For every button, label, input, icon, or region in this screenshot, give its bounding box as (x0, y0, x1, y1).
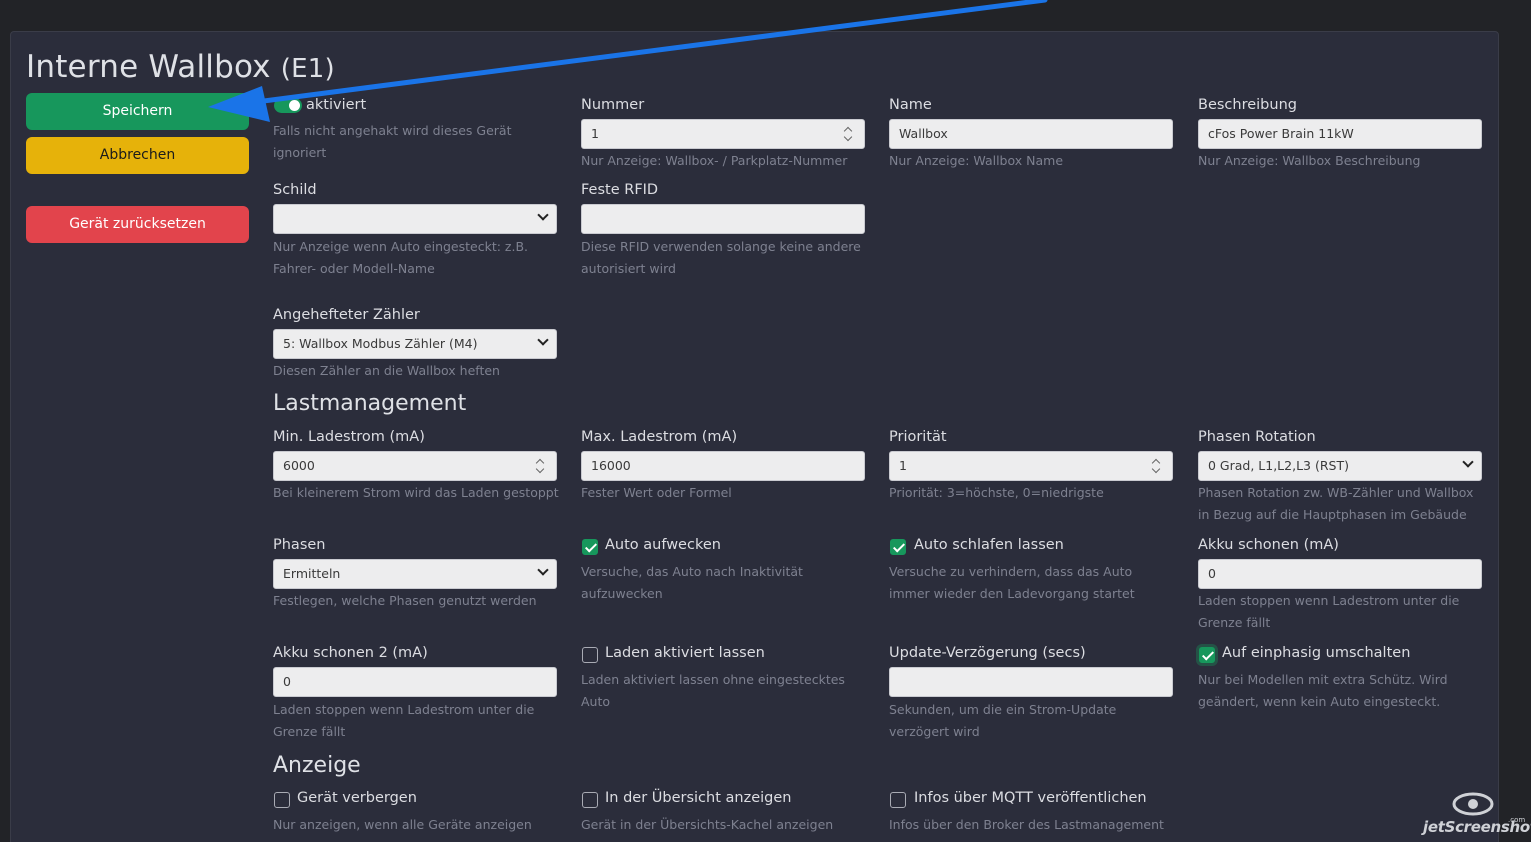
einphasig-help: Nur bei Modellen mit extra Schütz. Wird … (1198, 672, 1448, 709)
spinner-icon[interactable] (1152, 458, 1160, 474)
akku-schonen2-input[interactable]: 0 (273, 667, 557, 697)
feste-rfid-input[interactable] (581, 204, 865, 234)
lastmanagement-heading: Lastmanagement (273, 391, 467, 416)
feste-rfid-label: Feste RFID (581, 182, 659, 198)
laden-aktiviert-help: Laden aktiviert lassen ohne eingesteckte… (581, 672, 845, 709)
max-ladestrom-label: Max. Ladestrom (mA) (581, 429, 738, 445)
phasen-select[interactable]: Ermitteln (273, 559, 557, 589)
phasen-rotation-help: Phasen Rotation zw. WB-Zähler und Wallbo… (1198, 485, 1474, 522)
schild-select[interactable] (273, 204, 557, 234)
nummer-label: Nummer (581, 97, 645, 113)
akku-schonen2-label: Akku schonen 2 (mA) (273, 645, 428, 661)
page-title: Interne Wallbox (E1) (26, 49, 335, 85)
spinner-icon[interactable] (536, 458, 544, 474)
max-ladestrom-input[interactable]: 16000 (581, 451, 865, 481)
akku-schonen-input[interactable]: 0 (1198, 559, 1482, 589)
geraet-verbergen-checkbox[interactable] (274, 792, 290, 808)
prioritaet-label: Priorität (889, 429, 947, 445)
uebersicht-label: In der Übersicht anzeigen (605, 790, 792, 806)
aktiviert-toggle[interactable] (274, 98, 302, 113)
phasen-rotation-label: Phasen Rotation (1198, 429, 1316, 445)
auto-schlafen-label: Auto schlafen lassen (914, 537, 1064, 553)
chevron-down-icon (537, 209, 549, 221)
auto-aufwecken-label: Auto aufwecken (605, 537, 721, 553)
laden-aktiviert-label: Laden aktiviert lassen (605, 645, 765, 661)
phasen-rotation-select[interactable]: 0 Grad, L1,L2,L3 (RST) (1198, 451, 1482, 481)
beschreibung-input[interactable]: cFos Power Brain 11kW (1198, 119, 1482, 149)
zaehler-label: Angehefteter Zähler (273, 307, 420, 323)
prioritaet-input[interactable]: 1 (889, 451, 1173, 481)
aktiviert-label: aktiviert (306, 97, 367, 113)
nummer-input[interactable]: 1 (581, 119, 865, 149)
update-verzoegerung-input[interactable] (889, 667, 1173, 697)
mqtt-help: Infos über den Broker des Lastmanagement (889, 817, 1164, 832)
reset-device-button[interactable]: Gerät zurücksetzen (26, 206, 249, 243)
min-ladestrom-help: Bei kleinerem Strom wird das Laden gesto… (273, 485, 559, 500)
name-input[interactable]: Wallbox (889, 119, 1173, 149)
anzeige-heading: Anzeige (273, 753, 361, 778)
nummer-help: Nur Anzeige: Wallbox- / Parkplatz-Nummer (581, 153, 848, 168)
chevron-down-icon (1462, 456, 1474, 468)
geraet-verbergen-help: Nur anzeigen, wenn alle Geräte anzeigen (273, 817, 532, 832)
update-verzoegerung-label: Update-Verzögerung (secs) (889, 645, 1086, 661)
akku-schonen2-help: Laden stoppen wenn Ladestrom unter die G… (273, 702, 535, 739)
chevron-down-icon (537, 334, 549, 346)
feste-rfid-help: Diese RFID verwenden solange keine ander… (581, 239, 861, 276)
geraet-verbergen-label: Gerät verbergen (297, 790, 417, 806)
uebersicht-help: Gerät in der Übersichts-Kachel anzeigen (581, 817, 834, 832)
einphasig-checkbox[interactable] (1199, 647, 1215, 663)
aktiviert-help: Falls nicht angehakt wird dieses Gerät i… (273, 123, 512, 160)
schild-help: Nur Anzeige wenn Auto eingesteckt: z.B. … (273, 239, 529, 276)
auto-aufwecken-checkbox[interactable] (582, 539, 598, 555)
cancel-button[interactable]: Abbrechen (26, 137, 249, 174)
beschreibung-help: Nur Anzeige: Wallbox Beschreibung (1198, 153, 1421, 168)
einphasig-label: Auf einphasig umschalten (1222, 645, 1411, 661)
min-ladestrom-input[interactable]: 6000 (273, 451, 557, 481)
chevron-down-icon (537, 564, 549, 576)
phasen-label: Phasen (273, 537, 326, 553)
akku-schonen-help: Laden stoppen wenn Ladestrom unter die G… (1198, 593, 1460, 630)
beschreibung-label: Beschreibung (1198, 97, 1297, 113)
auto-schlafen-help: Versuche zu verhindern, dass das Auto im… (889, 564, 1135, 601)
name-label: Name (889, 97, 932, 113)
zaehler-help: Diesen Zähler an die Wallbox heften (273, 363, 500, 378)
uebersicht-checkbox[interactable] (582, 792, 598, 808)
schild-label: Schild (273, 182, 317, 198)
min-ladestrom-label: Min. Ladestrom (mA) (273, 429, 425, 445)
update-verzoegerung-help: Sekunden, um die ein Strom-Update verzög… (889, 702, 1117, 739)
auto-schlafen-checkbox[interactable] (890, 539, 906, 555)
mqtt-label: Infos über MQTT veröffentlichen (914, 790, 1147, 806)
auto-aufwecken-help: Versuche, das Auto nach Inaktivität aufz… (581, 564, 803, 601)
akku-schonen-label: Akku schonen (mA) (1198, 537, 1339, 553)
max-ladestrom-help: Fester Wert oder Formel (581, 485, 732, 500)
phasen-help: Festlegen, welche Phasen genutzt werden (273, 593, 537, 608)
laden-aktiviert-checkbox[interactable] (582, 647, 598, 663)
zaehler-select[interactable]: 5: Wallbox Modbus Zähler (M4) (273, 329, 557, 359)
name-help: Nur Anzeige: Wallbox Name (889, 153, 1064, 168)
save-button[interactable]: Speichern (26, 93, 249, 130)
prioritaet-help: Priorität: 3=höchste, 0=niedrigste (889, 485, 1104, 500)
spinner-icon[interactable] (844, 126, 852, 142)
mqtt-checkbox[interactable] (890, 792, 906, 808)
watermark-suffix: .com (1508, 816, 1526, 824)
